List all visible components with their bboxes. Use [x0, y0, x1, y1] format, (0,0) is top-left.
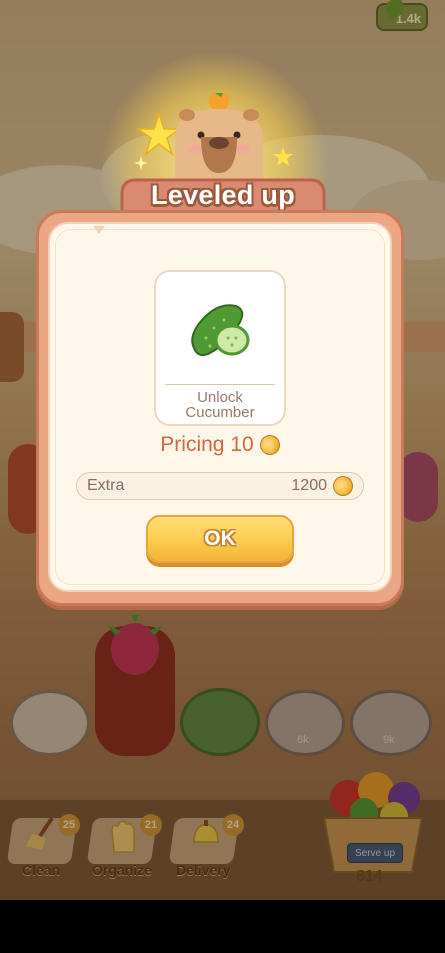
extra-label: Extra [87, 477, 125, 494]
coin-icon [256, 432, 283, 458]
unlock-label: Unlock [197, 389, 243, 406]
pricing-row: Pricing 10 [148, 432, 292, 458]
unlock-text: Unlock Cucumber [154, 390, 286, 420]
unlock-item-name: Cucumber [185, 404, 255, 421]
popup-title: Leveled up [150, 180, 296, 210]
extra-reward-row: Extra 1200 [76, 472, 364, 500]
card-divider [165, 384, 275, 385]
ok-button[interactable]: OK [146, 515, 294, 563]
pricing-label: Pricing 10 [160, 433, 254, 456]
cucumber-icon [191, 304, 250, 357]
extra-value: 1200 [291, 477, 327, 494]
dialog-tail [93, 226, 105, 234]
coin-icon [330, 473, 356, 499]
sparkle-icon [134, 156, 148, 170]
